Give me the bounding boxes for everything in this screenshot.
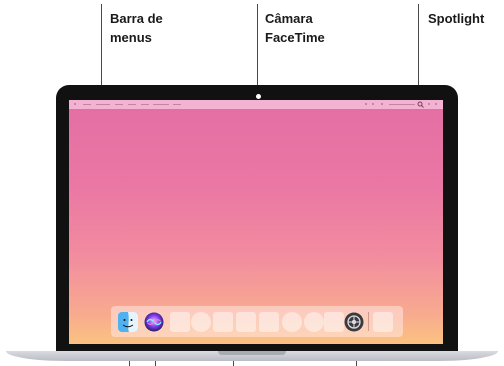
facetime-camera [256, 94, 261, 99]
facetime-camera-callout-line1: Câmara [265, 11, 313, 26]
dock-app-icon[interactable] [259, 312, 279, 332]
status-icon[interactable] [365, 103, 367, 105]
menu-item[interactable] [83, 104, 91, 105]
laptop-opening-notch [218, 351, 286, 355]
menu-bar-callout-line1: Barra de [110, 11, 163, 26]
notification-center-icon[interactable] [435, 103, 437, 105]
menu-bar-callout-line2: menus [110, 30, 152, 45]
menu-item[interactable] [173, 104, 181, 105]
menu-item[interactable] [115, 104, 123, 105]
status-icon[interactable] [381, 103, 383, 105]
spotlight-search-icon[interactable] [417, 101, 424, 108]
camera-leader [257, 4, 258, 92]
trash-icon[interactable] [373, 312, 393, 332]
facetime-camera-callout: Câmara FaceTime [265, 9, 325, 47]
menu-bar[interactable] [69, 100, 443, 109]
dock[interactable] [111, 306, 403, 337]
menu-bar-callout: Barra de menus [110, 9, 163, 47]
menu-item[interactable] [96, 104, 110, 105]
dock-divider [368, 312, 369, 331]
dock-app-icon[interactable] [236, 312, 256, 332]
dock-app-icon[interactable] [191, 312, 211, 332]
system-preferences-icon[interactable] [344, 312, 364, 332]
menu-item[interactable] [153, 104, 169, 105]
control-center-icon[interactable] [428, 103, 430, 105]
siri-icon[interactable] [144, 312, 164, 332]
dock-app-icon[interactable] [282, 312, 302, 332]
spotlight-callout: Spotlight [428, 9, 484, 28]
desktop-screen[interactable] [69, 100, 443, 344]
facetime-camera-callout-line2: FaceTime [265, 30, 325, 45]
apple-menu-icon[interactable] [74, 103, 76, 105]
finder-icon[interactable] [118, 312, 138, 332]
menu-clock[interactable] [389, 104, 415, 105]
menu-item[interactable] [128, 104, 136, 105]
dock-app-icon[interactable] [324, 312, 344, 332]
spotlight-callout-label: Spotlight [428, 11, 485, 26]
dock-app-icon[interactable] [170, 312, 190, 332]
menu-item[interactable] [141, 104, 149, 105]
status-icon[interactable] [372, 103, 374, 105]
dock-app-icon[interactable] [213, 312, 233, 332]
dock-app-icon[interactable] [304, 312, 324, 332]
